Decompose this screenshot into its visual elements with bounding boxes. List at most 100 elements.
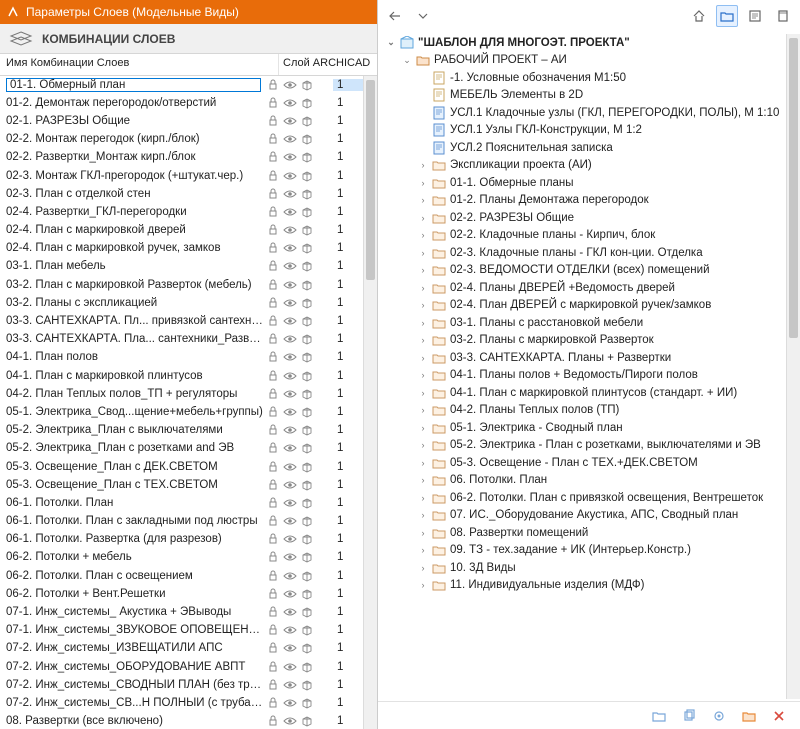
eye-icon[interactable] bbox=[283, 389, 297, 399]
combination-row[interactable]: 08. Развертки (все включено)1 bbox=[0, 713, 363, 729]
lock-icon[interactable] bbox=[267, 442, 279, 454]
combination-row[interactable]: 03-3. САНТЕХКАРТА. Пла... сантехники_Раз… bbox=[0, 331, 363, 349]
combination-row[interactable]: 05-3. Освещение_План с ДЕК.СВЕТОМ1 bbox=[0, 458, 363, 476]
gear-icon[interactable] bbox=[708, 705, 730, 727]
new-folder-icon[interactable] bbox=[648, 705, 670, 727]
model-icon[interactable] bbox=[301, 570, 313, 582]
tree-item[interactable]: МЕБЕЛЬ Элементы в 2D bbox=[382, 87, 786, 105]
lock-icon[interactable] bbox=[267, 133, 279, 145]
scrollbar-thumb[interactable] bbox=[789, 38, 798, 338]
lock-icon[interactable] bbox=[267, 661, 279, 673]
lock-icon[interactable] bbox=[267, 606, 279, 618]
tree-item[interactable]: -1. Условные обозначения М1:50 bbox=[382, 69, 786, 87]
tree-item[interactable]: ›11. Индивидуальные изделия (МДФ) bbox=[382, 577, 786, 595]
eye-icon[interactable] bbox=[283, 662, 297, 672]
model-icon[interactable] bbox=[301, 533, 313, 545]
lock-icon[interactable] bbox=[267, 570, 279, 582]
tree-item[interactable]: ›03-2. Планы с маркировкой Разверток bbox=[382, 332, 786, 350]
lock-icon[interactable] bbox=[267, 315, 279, 327]
twisty-icon[interactable]: › bbox=[418, 300, 428, 310]
combination-row[interactable]: 05-2. Электрика_План с розетками and ЭВ1 bbox=[0, 440, 363, 458]
model-icon[interactable] bbox=[301, 151, 313, 163]
tree-item[interactable]: ›02-2. Кладочные планы - Кирпич, блок bbox=[382, 227, 786, 245]
twisty-icon[interactable]: › bbox=[418, 545, 428, 555]
lock-icon[interactable] bbox=[267, 642, 279, 654]
eye-icon[interactable] bbox=[283, 261, 297, 271]
tree-item[interactable]: ›06. Потолки. План bbox=[382, 472, 786, 490]
twisty-icon[interactable]: › bbox=[418, 440, 428, 450]
lock-icon[interactable] bbox=[267, 260, 279, 272]
eye-icon[interactable] bbox=[283, 334, 297, 344]
left-scrollbar[interactable] bbox=[363, 76, 377, 729]
combination-row[interactable]: 06-1. Потолки. План с закладными под люс… bbox=[0, 513, 363, 531]
twisty-icon[interactable]: › bbox=[418, 265, 428, 275]
tree-item[interactable]: ›07. ИС._Оборудование Акустика, АПС, Сво… bbox=[382, 507, 786, 525]
combination-row[interactable]: 04-1. План с маркировкой плинтусов1 bbox=[0, 367, 363, 385]
eye-icon[interactable] bbox=[283, 498, 297, 508]
twisty-icon[interactable]: › bbox=[418, 353, 428, 363]
copy-icon[interactable] bbox=[678, 705, 700, 727]
lock-icon[interactable] bbox=[267, 333, 279, 345]
twisty-icon[interactable]: › bbox=[418, 528, 428, 538]
model-icon[interactable] bbox=[301, 406, 313, 418]
model-icon[interactable] bbox=[301, 315, 313, 327]
tree-item[interactable]: ›02-3. ВЕДОМОСТИ ОТДЕЛКИ (всех) помещени… bbox=[382, 262, 786, 280]
eye-icon[interactable] bbox=[283, 207, 297, 217]
lock-icon[interactable] bbox=[267, 479, 279, 491]
tree-item[interactable]: ›02-3. Кладочные планы - ГКЛ кон-ции. От… bbox=[382, 244, 786, 262]
model-icon[interactable] bbox=[301, 224, 313, 236]
model-icon[interactable] bbox=[301, 333, 313, 345]
twisty-icon[interactable]: › bbox=[418, 195, 428, 205]
lock-icon[interactable] bbox=[267, 697, 279, 709]
eye-icon[interactable] bbox=[283, 316, 297, 326]
model-icon[interactable] bbox=[301, 297, 313, 309]
lock-icon[interactable] bbox=[267, 497, 279, 509]
lock-icon[interactable] bbox=[267, 170, 279, 182]
twisty-icon[interactable]: › bbox=[418, 458, 428, 468]
lock-icon[interactable] bbox=[267, 224, 279, 236]
combination-row[interactable]: 02-3. Монтаж ГКЛ-прегородок (+штукат.чер… bbox=[0, 167, 363, 185]
sheet-tab-icon[interactable] bbox=[744, 5, 766, 27]
eye-icon[interactable] bbox=[283, 443, 297, 453]
eye-icon[interactable] bbox=[283, 516, 297, 526]
close-icon[interactable] bbox=[768, 705, 790, 727]
lock-icon[interactable] bbox=[267, 297, 279, 309]
eye-icon[interactable] bbox=[283, 552, 297, 562]
model-icon[interactable] bbox=[301, 242, 313, 254]
tree-item[interactable]: ›04-1. План с маркировкой плинтусов (ста… bbox=[382, 384, 786, 402]
tree-item[interactable]: УСЛ.1 Узлы ГКЛ-Конструкции, М 1:2 bbox=[382, 122, 786, 140]
model-icon[interactable] bbox=[301, 715, 313, 727]
eye-icon[interactable] bbox=[283, 571, 297, 581]
eye-icon[interactable] bbox=[283, 371, 297, 381]
combination-row[interactable]: 07-1. Инж_системы_ Акустика + ЭВыводы1 bbox=[0, 603, 363, 621]
model-icon[interactable] bbox=[301, 351, 313, 363]
model-icon[interactable] bbox=[301, 551, 313, 563]
twisty-icon[interactable]: › bbox=[418, 370, 428, 380]
tree-item[interactable]: ⌄"ШАБЛОН ДЛЯ МНОГОЭТ. ПРОЕКТА" bbox=[382, 34, 786, 52]
model-icon[interactable] bbox=[301, 515, 313, 527]
tree-item[interactable]: ›05-2. Электрика - План с розетками, вык… bbox=[382, 437, 786, 455]
combination-row[interactable]: 04-1. План полов1 bbox=[0, 349, 363, 367]
lock-icon[interactable] bbox=[267, 388, 279, 400]
lock-icon[interactable] bbox=[267, 370, 279, 382]
twisty-icon[interactable]: › bbox=[418, 248, 428, 258]
model-icon[interactable] bbox=[301, 370, 313, 382]
eye-icon[interactable] bbox=[283, 625, 297, 635]
eye-icon[interactable] bbox=[283, 407, 297, 417]
model-icon[interactable] bbox=[301, 679, 313, 691]
twisty-icon[interactable]: › bbox=[418, 388, 428, 398]
twisty-icon[interactable]: › bbox=[418, 580, 428, 590]
combination-row[interactable]: 06-2. Потолки + мебель1 bbox=[0, 549, 363, 567]
lock-icon[interactable] bbox=[267, 188, 279, 200]
eye-icon[interactable] bbox=[283, 589, 297, 599]
model-icon[interactable] bbox=[301, 661, 313, 673]
eye-icon[interactable] bbox=[283, 98, 297, 108]
lock-icon[interactable] bbox=[267, 551, 279, 563]
twisty-icon[interactable]: › bbox=[418, 510, 428, 520]
tree-item[interactable]: ›04-1. Планы полов + Ведомость/Пироги по… bbox=[382, 367, 786, 385]
tree-item[interactable]: ›03-3. САНТЕХКАРТА. Планы + Развертки bbox=[382, 349, 786, 367]
twisty-icon[interactable]: › bbox=[418, 230, 428, 240]
folder-tab-icon[interactable] bbox=[716, 5, 738, 27]
twisty-icon[interactable]: › bbox=[418, 318, 428, 328]
tree-item[interactable]: УСЛ.1 Кладочные узлы (ГКЛ, ПЕРЕГОРОДКИ, … bbox=[382, 104, 786, 122]
